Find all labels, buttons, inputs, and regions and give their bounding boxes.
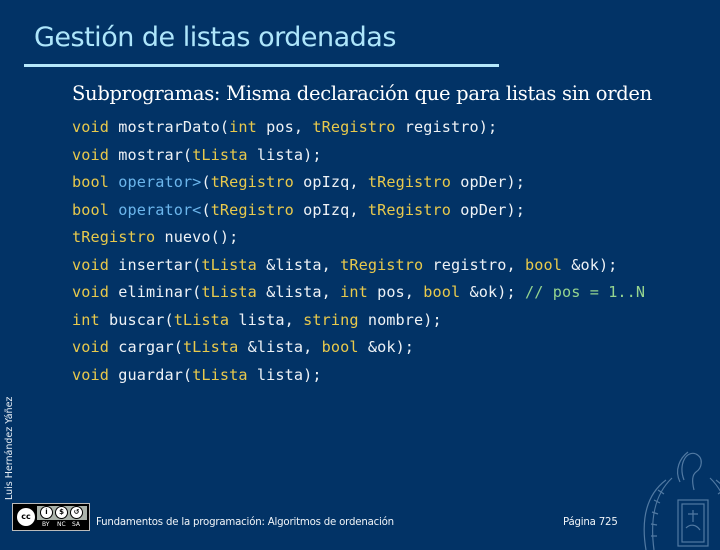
code-keyword: tRegistro xyxy=(367,200,452,219)
by-label: BY xyxy=(42,521,50,528)
code-keyword: void xyxy=(72,283,109,301)
code-keyword: int xyxy=(72,310,100,329)
code-operator: operator< xyxy=(118,200,202,219)
page-number: Página 725 xyxy=(563,517,618,528)
code-keyword: bool xyxy=(524,255,562,274)
slide-title: Gestión de listas ordenadas xyxy=(34,22,396,53)
code-line: bool operator>(tRegistro opIzq, tRegistr… xyxy=(72,169,645,197)
code-keyword: void xyxy=(72,365,109,384)
code-text: guardar( xyxy=(108,365,193,384)
code-keyword: tRegistro xyxy=(72,228,156,246)
code-keyword: int xyxy=(229,118,257,136)
code-comment: // pos = 1..N xyxy=(525,283,646,301)
code-keyword: void xyxy=(72,338,109,356)
code-text: &lista, xyxy=(256,283,341,301)
code-keyword: tLista xyxy=(201,283,257,301)
author-credit: Luis Hernández Yáñez xyxy=(4,396,15,500)
code-line: void mostrarDato(int pos, tRegistro regi… xyxy=(72,114,645,142)
code-text: ( xyxy=(201,173,211,191)
code-line: void guardar(tLista lista); xyxy=(72,362,645,390)
code-text: opDer); xyxy=(451,173,525,191)
code-keyword: tLista xyxy=(201,255,257,274)
sa-label: SA xyxy=(72,521,81,528)
title-underline xyxy=(24,64,499,67)
sa-sharealike-icon: ↺ xyxy=(70,506,83,519)
code-keyword: tLista xyxy=(173,310,230,329)
code-text: eliminar( xyxy=(108,283,202,301)
code-text: &ok); xyxy=(358,338,415,356)
nc-noncommercial-icon: $ xyxy=(55,506,68,519)
code-text: pos, xyxy=(367,283,424,301)
nc-label: NC xyxy=(57,521,66,528)
code-text: opDer); xyxy=(451,200,525,219)
code-text: opIzq, xyxy=(293,200,368,219)
code-text: &ok); xyxy=(561,255,618,274)
code-text: registro, xyxy=(423,255,525,274)
code-keyword: tLista xyxy=(192,145,248,164)
footer-course-title: Fundamentos de la programación: Algoritm… xyxy=(96,517,394,528)
code-keyword: bool xyxy=(72,173,109,191)
code-keyword: bool xyxy=(321,338,359,356)
code-keyword: tRegistro xyxy=(367,173,452,191)
code-keyword: bool xyxy=(423,283,461,301)
cc-icon: cc xyxy=(16,507,36,527)
code-line: bool operator<(tRegistro opIzq, tRegistr… xyxy=(72,197,645,225)
code-line: void cargar(tLista &lista, bool &ok); xyxy=(72,334,645,362)
code-text: mostrarDato( xyxy=(108,118,230,136)
code-keyword: tRegistro xyxy=(210,200,294,219)
code-keyword: int xyxy=(340,283,368,301)
code-text: insertar( xyxy=(108,255,202,274)
code-text: lista, xyxy=(229,310,304,329)
code-keyword: tLista xyxy=(192,365,248,384)
code-line: void eliminar(tLista &lista, int pos, bo… xyxy=(72,279,645,307)
code-line: int buscar(tLista lista, string nombre); xyxy=(72,307,645,335)
code-keyword: string xyxy=(303,310,359,329)
code-text: nombre); xyxy=(358,310,442,329)
code-text: pos, xyxy=(256,118,313,136)
code-keyword: tRegistro xyxy=(312,118,396,136)
code-operator: operator> xyxy=(118,173,202,191)
code-line: tRegistro nuevo(); xyxy=(72,224,645,252)
code-line: void insertar(tLista &lista, tRegistro r… xyxy=(72,252,645,280)
code-block: void mostrarDato(int pos, tRegistro regi… xyxy=(72,114,645,389)
code-text: mostrar( xyxy=(108,145,193,164)
code-keyword: void xyxy=(72,145,109,164)
code-text: buscar( xyxy=(99,310,174,329)
code-text: &ok); xyxy=(460,283,525,301)
by-attribution-icon: i xyxy=(40,506,53,519)
university-seal-icon xyxy=(643,451,720,550)
code-text: &lista, xyxy=(238,338,322,356)
code-text: &lista, xyxy=(256,255,341,274)
code-text: lista); xyxy=(247,365,322,384)
code-text: opIzq, xyxy=(293,173,368,191)
slide-subtitle: Subprogramas: Misma declaración que para… xyxy=(72,82,652,105)
code-text: lista); xyxy=(247,145,322,164)
code-keyword: tRegistro xyxy=(340,255,424,274)
code-keyword: bool xyxy=(72,200,109,219)
code-keyword: void xyxy=(72,118,109,136)
code-line: void mostrar(tLista lista); xyxy=(72,142,645,170)
code-keyword: void xyxy=(72,255,109,274)
creative-commons-license-badge[interactable]: cc i $ ↺ BY NC SA xyxy=(12,503,90,531)
code-text: ( xyxy=(201,200,211,219)
code-text: nuevo(); xyxy=(155,228,239,246)
code-keyword: tLista xyxy=(182,338,239,356)
code-keyword: tRegistro xyxy=(210,173,294,191)
code-text: registro); xyxy=(395,118,498,136)
code-text: cargar( xyxy=(108,338,183,356)
